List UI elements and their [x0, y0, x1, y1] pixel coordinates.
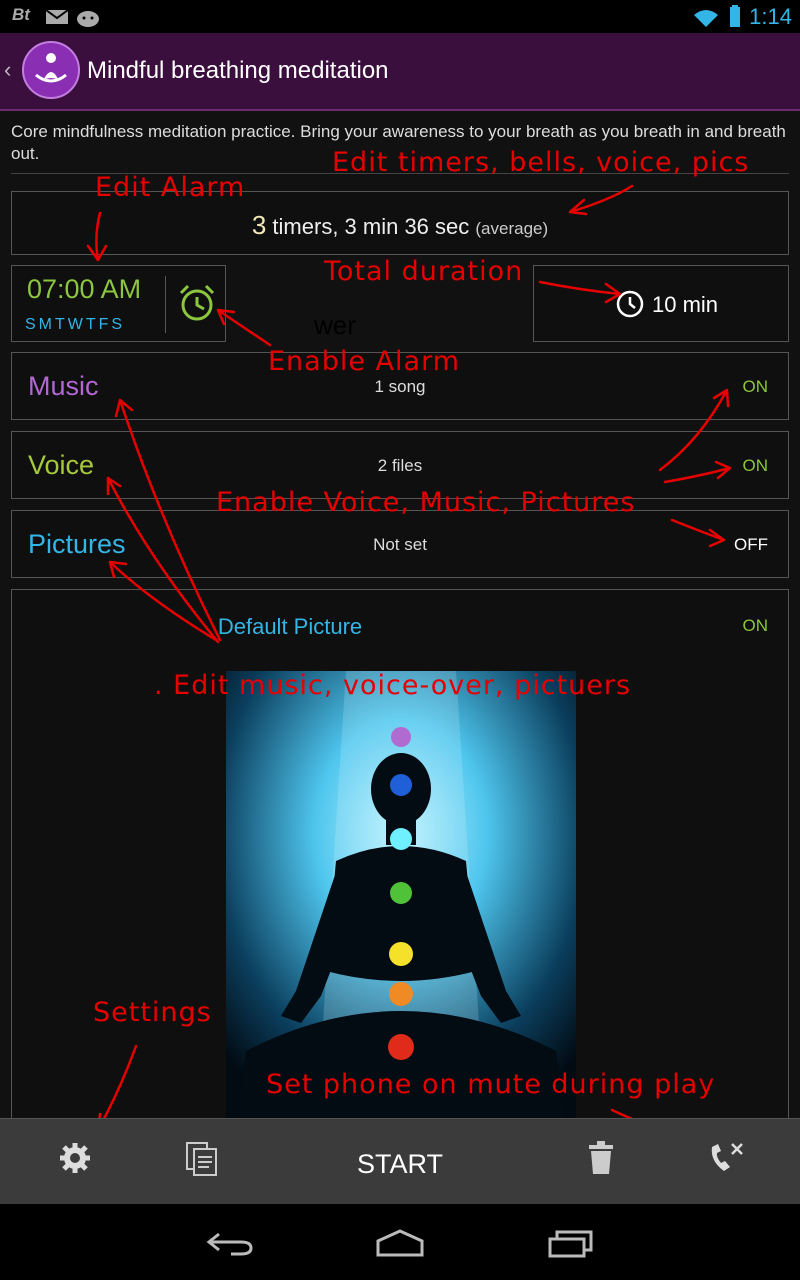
bottom-toolbar: START: [0, 1118, 800, 1205]
mute-call-icon[interactable]: [708, 1141, 746, 1177]
recent-apps-icon[interactable]: [547, 1230, 595, 1258]
start-button[interactable]: START: [357, 1149, 443, 1180]
gear-icon[interactable]: [58, 1141, 92, 1175]
trash-icon[interactable]: [588, 1141, 614, 1175]
back-icon[interactable]: [205, 1230, 253, 1256]
annotation-arrows: [86, 184, 732, 1152]
copy-icon[interactable]: [185, 1141, 219, 1177]
system-navigation-bar: [0, 1204, 800, 1280]
home-icon[interactable]: [375, 1228, 425, 1258]
